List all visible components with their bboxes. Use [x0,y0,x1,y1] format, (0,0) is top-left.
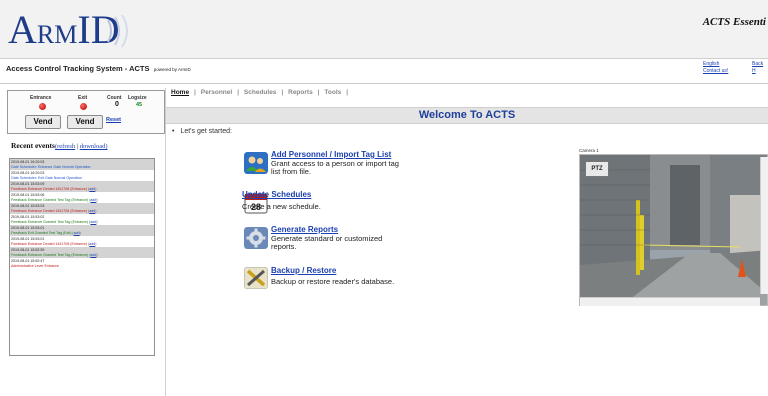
event-message-text: Gate Scheduler: Exit Gate Normal Operati… [11,176,83,180]
download-link[interactable]: download) [80,143,108,150]
powered-by: powered by ArmID [153,67,191,72]
tab-personnel[interactable]: Personnel [201,89,232,96]
vend-entrance-button[interactable]: Vend [25,115,61,129]
event-row: 2019-08-01 15:53:01 Feedback Exit Granted… [10,225,154,236]
event-add-link[interactable]: add [74,231,80,235]
event-message-text: Feedback Exit Granted Test Tag (Exit) [11,231,72,235]
ptz-button[interactable]: PTZ [585,161,609,177]
contact-link[interactable]: Contact us! [703,68,728,75]
events-list[interactable]: 2019-08-01 16:20:03 Gate Scheduler: Entra… [9,158,155,356]
logsize-value: 45 [136,102,143,108]
event-row: 2019-08-01 16:20:03 Gate Scheduler: Exit … [10,170,154,181]
reset-link[interactable]: Reset [106,117,121,123]
update-schedules-desc: Create a new schedule. [242,202,321,211]
event-message-text: Gate Scheduler: Entrance Gate Normal Ope… [11,165,91,169]
tools-icon [244,267,268,289]
event-add-link[interactable]: add [90,198,96,202]
event-row: 2019-08-01 15:53:09 Feedback Entrance Den… [10,181,154,192]
event-add-link[interactable]: add [90,220,96,224]
tab-schedules[interactable]: Schedules [244,89,277,96]
recent-events-header: Recent events(refresh | download) [11,141,108,150]
backup-restore-desc: Backup or restore reader's database. [271,277,395,286]
add-personnel-desc: Grant access to a person or import tag l… [271,159,399,176]
count-value: 0 [115,101,119,108]
help-link[interactable]: H [752,68,763,75]
generate-reports-desc: Generate standard or customized reports. [271,234,383,251]
add-personnel-link[interactable]: Add Personnel / Import Tag List [271,150,391,159]
event-row: 2019-08-01 15:52:47 Administrative Lever … [10,258,154,269]
backup-restore-link[interactable]: Backup / Restore [271,266,336,275]
header-links-left: English Contact us! [703,61,728,75]
entrance-header: Entrance [30,95,52,101]
exit-header: Exit [78,95,88,101]
gear-report-icon [244,227,268,249]
event-message-text: Feedback Entrance Granted Test Tag (Entr… [11,220,89,224]
event-message-text: Feedback Entrance Denied 1811708 (Entran… [11,187,88,191]
header-links-right: Back H [752,61,763,75]
getting-started: • Let's get started: [172,128,232,135]
camera-vertical-scrollbar[interactable] [760,157,768,294]
event-row: 2019-08-01 15:53:06 Feedback Entrance Gra… [10,192,154,203]
gate-control-box: Entrance Exit Count Logsize 0 45 Vend Ve… [7,90,165,134]
tab-home[interactable]: Home [171,89,189,96]
getting-started-text: Let's get started: [180,128,232,135]
event-message-text: Feedback Entrance Denied 1811708 (Entran… [11,209,88,213]
welcome-banner: Welcome To ACTS [166,107,768,124]
recent-events-title: Recent events [11,141,55,150]
event-message-text: Feedback Entrance Granted Test Tag (Entr… [11,198,89,202]
event-row: 2019-08-01 15:53:01 Feedback Entrance Den… [10,236,154,247]
event-add-link[interactable]: add [89,209,95,213]
update-schedules-link[interactable]: Update Schedules [242,190,311,199]
event-add-link[interactable]: add [90,253,96,257]
system-title: Access Control Tracking System - ACTS po… [6,64,191,73]
main-nav: Home | Personnel | Schedules | Reports | Tools | [171,89,348,96]
camera-image [580,155,767,305]
refresh-link[interactable]: (refresh [55,143,75,150]
event-add-link[interactable]: add [89,187,95,191]
event-row: 2019-08-01 15:52:59 Feedback Entrance Gra… [10,247,154,258]
exit-status-led [80,103,87,110]
event-row: 2019-08-01 16:20:03 Gate Scheduler: Entra… [10,159,154,170]
generate-reports-link[interactable]: Generate Reports [271,225,338,234]
camera-label: Camera 1 [579,148,599,153]
event-message: Administrative Lever Entrance [11,264,153,269]
tab-tools[interactable]: Tools [324,89,341,96]
logo-text: ARMID [8,7,120,52]
tab-reports[interactable]: Reports [288,89,313,96]
vend-exit-button[interactable]: Vend [67,115,103,129]
camera-horizontal-scrollbar[interactable] [580,297,760,306]
back-link[interactable]: Back [752,61,763,68]
event-message-text: Feedback Entrance Granted Test Tag (Entr… [11,253,89,257]
event-add-link[interactable]: add [89,242,95,246]
armid-logo: ARMID [8,10,120,55]
people-icon [244,152,268,174]
logsize-header: Logsize [128,95,147,101]
event-message-text: Feedback Entrance Denied 1811708 (Entran… [11,242,88,246]
event-row: 2019-08-01 15:53:02 Feedback Entrance Gra… [10,214,154,225]
signal-waves-icon [107,14,128,48]
entrance-status-led [39,103,46,110]
english-link[interactable]: English [703,61,728,68]
event-message-text: Administrative Lever Entrance [11,264,59,268]
event-row: 2019-08-01 15:53:03 Feedback Entrance Den… [10,203,154,214]
system-title-text: Access Control Tracking System - ACTS [6,64,150,73]
product-brand: ACTS Essenti [702,16,766,28]
